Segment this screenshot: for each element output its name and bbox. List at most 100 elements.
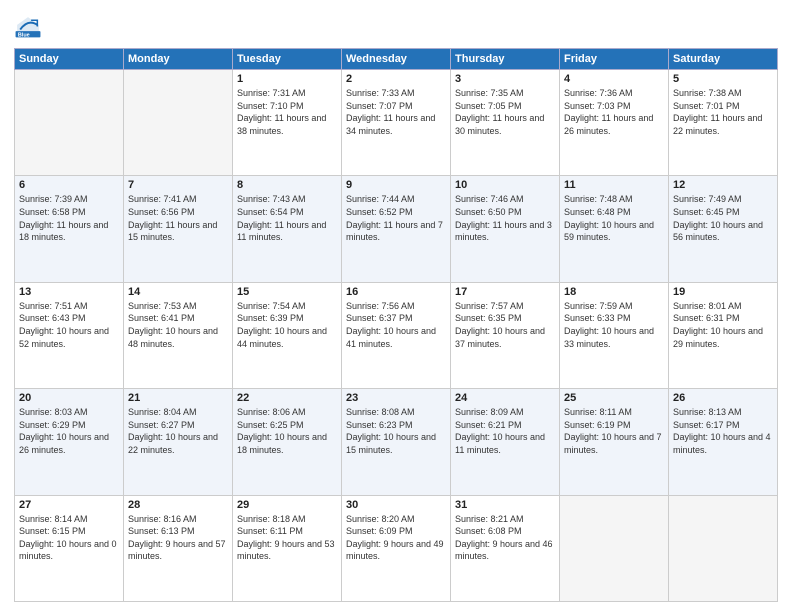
weekday-header-saturday: Saturday <box>669 49 778 70</box>
day-number: 6 <box>19 179 119 191</box>
day-info: Sunrise: 8:09 AMSunset: 6:21 PMDaylight:… <box>455 406 555 456</box>
day-number: 7 <box>128 179 228 191</box>
day-info: Sunrise: 7:49 AMSunset: 6:45 PMDaylight:… <box>673 193 773 243</box>
weekday-header-sunday: Sunday <box>15 49 124 70</box>
calendar-day-cell: 31Sunrise: 8:21 AMSunset: 6:08 PMDayligh… <box>451 495 560 601</box>
day-number: 29 <box>237 499 337 511</box>
calendar-day-cell: 4 Sunrise: 7:36 AMSunset: 7:03 PMDaylight… <box>560 70 669 176</box>
calendar-day-cell: 9 Sunrise: 7:44 AMSunset: 6:52 PMDaylight… <box>342 176 451 282</box>
day-info: Sunrise: 7:43 AMSunset: 6:54 PMDaylight:… <box>237 193 337 243</box>
calendar-day-cell: 14Sunrise: 7:53 AMSunset: 6:41 PMDayligh… <box>124 282 233 388</box>
logo: Blue <box>14 14 46 42</box>
day-number: 20 <box>19 392 119 404</box>
calendar-day-cell: 23Sunrise: 8:08 AMSunset: 6:23 PMDayligh… <box>342 389 451 495</box>
calendar-day-cell: 13 Sunrise: 7:51 AMSunset: 6:43 PMDayligh… <box>15 282 124 388</box>
day-info: Sunrise: 7:36 AMSunset: 7:03 PMDaylight:… <box>564 87 664 137</box>
day-info: Sunrise: 7:31 AMSunset: 7:10 PMDaylight:… <box>237 87 337 137</box>
calendar-day-cell: 10Sunrise: 7:46 AMSunset: 6:50 PMDayligh… <box>451 176 560 282</box>
day-number: 30 <box>346 499 446 511</box>
calendar-day-cell: 25Sunrise: 8:11 AMSunset: 6:19 PMDayligh… <box>560 389 669 495</box>
calendar-day-cell <box>560 495 669 601</box>
calendar-day-cell <box>124 70 233 176</box>
day-number: 22 <box>237 392 337 404</box>
calendar-table: SundayMondayTuesdayWednesdayThursdayFrid… <box>14 48 778 602</box>
day-number: 3 <box>455 73 555 85</box>
calendar-header: SundayMondayTuesdayWednesdayThursdayFrid… <box>15 49 778 70</box>
calendar-day-cell: 26 Sunrise: 8:13 AMSunset: 6:17 PMDayligh… <box>669 389 778 495</box>
day-info: Sunrise: 8:03 AMSunset: 6:29 PMDaylight:… <box>19 406 119 456</box>
calendar-day-cell: 22 Sunrise: 8:06 AMSunset: 6:25 PMDayligh… <box>233 389 342 495</box>
day-info: Sunrise: 7:54 AMSunset: 6:39 PMDaylight:… <box>237 300 337 350</box>
day-number: 9 <box>346 179 446 191</box>
day-info: Sunrise: 7:51 AMSunset: 6:43 PMDaylight:… <box>19 300 119 350</box>
day-number: 13 <box>19 286 119 298</box>
calendar-day-cell: 24Sunrise: 8:09 AMSunset: 6:21 PMDayligh… <box>451 389 560 495</box>
calendar-day-cell <box>669 495 778 601</box>
page: Blue SundayMondayTuesdayWednesdayThursda… <box>0 0 792 612</box>
day-info: Sunrise: 7:41 AMSunset: 6:56 PMDaylight:… <box>128 193 228 243</box>
day-info: Sunrise: 8:01 AMSunset: 6:31 PMDaylight:… <box>673 300 773 350</box>
day-info: Sunrise: 7:56 AMSunset: 6:37 PMDaylight:… <box>346 300 446 350</box>
day-info: Sunrise: 8:06 AMSunset: 6:25 PMDaylight:… <box>237 406 337 456</box>
weekday-header-monday: Monday <box>124 49 233 70</box>
calendar-week-row: 6 Sunrise: 7:39 AMSunset: 6:58 PMDaylight… <box>15 176 778 282</box>
svg-text:Blue: Blue <box>18 33 30 39</box>
calendar-body: 1 Sunrise: 7:31 AMSunset: 7:10 PMDaylight… <box>15 70 778 602</box>
calendar-day-cell: 7 Sunrise: 7:41 AMSunset: 6:56 PMDaylight… <box>124 176 233 282</box>
calendar-day-cell: 29 Sunrise: 8:18 AMSunset: 6:11 PMDayligh… <box>233 495 342 601</box>
calendar-day-cell: 5 Sunrise: 7:38 AMSunset: 7:01 PMDaylight… <box>669 70 778 176</box>
day-info: Sunrise: 7:35 AMSunset: 7:05 PMDaylight:… <box>455 87 555 137</box>
calendar-week-row: 20 Sunrise: 8:03 AMSunset: 6:29 PMDayligh… <box>15 389 778 495</box>
day-number: 14 <box>128 286 228 298</box>
day-number: 21 <box>128 392 228 404</box>
day-info: Sunrise: 7:48 AMSunset: 6:48 PMDaylight:… <box>564 193 664 243</box>
weekday-header-row: SundayMondayTuesdayWednesdayThursdayFrid… <box>15 49 778 70</box>
day-number: 2 <box>346 73 446 85</box>
calendar-day-cell: 11Sunrise: 7:48 AMSunset: 6:48 PMDayligh… <box>560 176 669 282</box>
day-number: 5 <box>673 73 773 85</box>
day-number: 15 <box>237 286 337 298</box>
day-info: Sunrise: 8:08 AMSunset: 6:23 PMDaylight:… <box>346 406 446 456</box>
day-info: Sunrise: 8:18 AMSunset: 6:11 PMDaylight:… <box>237 513 337 563</box>
calendar-day-cell: 15 Sunrise: 7:54 AMSunset: 6:39 PMDayligh… <box>233 282 342 388</box>
day-info: Sunrise: 8:21 AMSunset: 6:08 PMDaylight:… <box>455 513 555 563</box>
calendar-day-cell: 16 Sunrise: 7:56 AMSunset: 6:37 PMDayligh… <box>342 282 451 388</box>
day-number: 26 <box>673 392 773 404</box>
day-number: 1 <box>237 73 337 85</box>
calendar-day-cell: 30 Sunrise: 8:20 AMSunset: 6:09 PMDayligh… <box>342 495 451 601</box>
day-number: 25 <box>564 392 664 404</box>
day-number: 18 <box>564 286 664 298</box>
weekday-header-friday: Friday <box>560 49 669 70</box>
weekday-header-wednesday: Wednesday <box>342 49 451 70</box>
day-number: 16 <box>346 286 446 298</box>
day-info: Sunrise: 8:14 AMSunset: 6:15 PMDaylight:… <box>19 513 119 563</box>
calendar-day-cell: 28Sunrise: 8:16 AMSunset: 6:13 PMDayligh… <box>124 495 233 601</box>
day-info: Sunrise: 8:04 AMSunset: 6:27 PMDaylight:… <box>128 406 228 456</box>
day-info: Sunrise: 7:44 AMSunset: 6:52 PMDaylight:… <box>346 193 446 243</box>
day-number: 17 <box>455 286 555 298</box>
day-info: Sunrise: 7:59 AMSunset: 6:33 PMDaylight:… <box>564 300 664 350</box>
day-info: Sunrise: 8:20 AMSunset: 6:09 PMDaylight:… <box>346 513 446 563</box>
logo-icon: Blue <box>14 14 42 42</box>
day-info: Sunrise: 8:13 AMSunset: 6:17 PMDaylight:… <box>673 406 773 456</box>
calendar-week-row: 1 Sunrise: 7:31 AMSunset: 7:10 PMDaylight… <box>15 70 778 176</box>
calendar-day-cell <box>15 70 124 176</box>
calendar-day-cell: 18 Sunrise: 7:59 AMSunset: 6:33 PMDayligh… <box>560 282 669 388</box>
calendar-week-row: 27 Sunrise: 8:14 AMSunset: 6:15 PMDayligh… <box>15 495 778 601</box>
calendar-day-cell: 1 Sunrise: 7:31 AMSunset: 7:10 PMDaylight… <box>233 70 342 176</box>
weekday-header-thursday: Thursday <box>451 49 560 70</box>
calendar-day-cell: 20 Sunrise: 8:03 AMSunset: 6:29 PMDayligh… <box>15 389 124 495</box>
day-info: Sunrise: 7:39 AMSunset: 6:58 PMDaylight:… <box>19 193 119 243</box>
calendar-day-cell: 8 Sunrise: 7:43 AMSunset: 6:54 PMDaylight… <box>233 176 342 282</box>
calendar-day-cell: 19 Sunrise: 8:01 AMSunset: 6:31 PMDayligh… <box>669 282 778 388</box>
day-number: 19 <box>673 286 773 298</box>
calendar-day-cell: 21 Sunrise: 8:04 AMSunset: 6:27 PMDayligh… <box>124 389 233 495</box>
day-number: 27 <box>19 499 119 511</box>
calendar-day-cell: 2Sunrise: 7:33 AMSunset: 7:07 PMDaylight… <box>342 70 451 176</box>
day-number: 8 <box>237 179 337 191</box>
day-info: Sunrise: 7:38 AMSunset: 7:01 PMDaylight:… <box>673 87 773 137</box>
day-number: 4 <box>564 73 664 85</box>
calendar-day-cell: 3 Sunrise: 7:35 AMSunset: 7:05 PMDaylight… <box>451 70 560 176</box>
day-info: Sunrise: 8:16 AMSunset: 6:13 PMDaylight:… <box>128 513 228 563</box>
day-info: Sunrise: 7:46 AMSunset: 6:50 PMDaylight:… <box>455 193 555 243</box>
